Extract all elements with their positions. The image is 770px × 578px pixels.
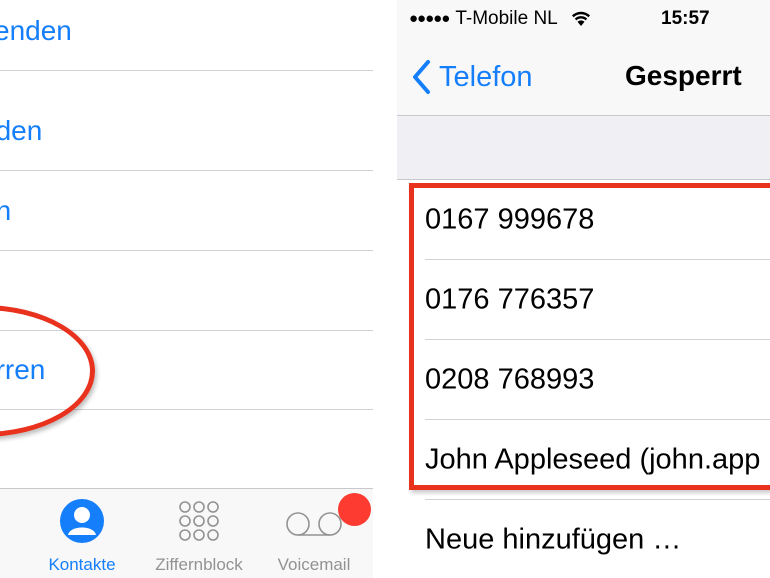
keypad-icon [179, 501, 219, 541]
add-new-button[interactable]: Neue hinzufügen … [397, 500, 770, 578]
list-item-label: nden [0, 114, 43, 146]
status-bar: ●●●●● T-Mobile NL 15:57 [409, 8, 710, 33]
chevron-left-icon [413, 60, 430, 94]
left-screen: senden nden en erren e Kontakte [0, 0, 373, 578]
back-label: Telefon [439, 60, 533, 93]
navigation-bar: ●●●●● T-Mobile NL 15:57 Telefon Gesperrt [397, 0, 770, 116]
contacts-icon [60, 499, 104, 543]
carrier-name: T-Mobile NL [455, 8, 558, 29]
list-item[interactable] [0, 251, 373, 331]
list-item[interactable]: senden [0, 0, 373, 71]
signal-strength: ●●●●● [409, 10, 450, 27]
back-button[interactable]: Telefon [411, 57, 533, 97]
tab-label: Voicemail [277, 555, 351, 574]
list-item[interactable] [0, 410, 373, 490]
tab-contacts[interactable]: Kontakte [30, 489, 134, 578]
list-item-label: en [0, 194, 12, 226]
right-screen: ●●●●● T-Mobile NL 15:57 Telefon Gesperrt … [397, 0, 770, 578]
tab-label: Ziffernblock [155, 555, 243, 574]
tab-keypad[interactable]: Ziffernblock [145, 489, 253, 578]
list-item-label: senden [0, 14, 72, 46]
add-new-label: Neue hinzufügen … [425, 523, 682, 556]
tab-recents[interactable]: e [0, 489, 10, 578]
voicemail-badge [338, 493, 371, 526]
tab-label: Kontakte [48, 555, 116, 574]
tab-label: e [0, 555, 10, 575]
list-item[interactable]: nden [0, 91, 373, 171]
voicemail-icon [286, 512, 342, 536]
section-header [397, 116, 770, 180]
panel-divider [373, 0, 397, 578]
page-title: Gesperrt [625, 60, 742, 91]
tab-bar: e Kontakte Ziffernblock [0, 488, 373, 578]
annotation-rectangle [409, 183, 770, 490]
wifi-icon [570, 9, 592, 33]
status-time: 15:57 [661, 8, 710, 29]
list-item[interactable]: en [0, 171, 373, 251]
